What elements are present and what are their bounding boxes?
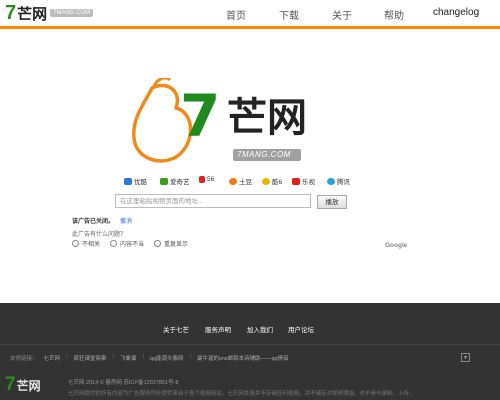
ad-option-label: 内容不当 [120, 242, 145, 248]
tencent-icon [327, 177, 335, 185]
nav-home[interactable]: 首页 [226, 7, 246, 22]
separator: | [189, 354, 191, 360]
friend-link[interactable]: 七芒网 [44, 354, 61, 362]
site-ku6[interactable]: 酷6 [262, 176, 282, 186]
radio-icon [110, 240, 118, 247]
site-iqiyi[interactable]: 爱奇艺 [160, 176, 190, 186]
main-logo-mark: 7 [180, 82, 221, 150]
nav-changelog[interactable]: changelog [433, 7, 479, 18]
ad-option-repetitive[interactable]: 重复显示 [154, 239, 188, 248]
56-icon [199, 176, 205, 183]
ad-option-label: 重复显示 [164, 242, 189, 248]
main-logo: 7 芒网 7MANG.COM [130, 76, 370, 168]
radio-icon [72, 240, 79, 247]
main-logo-text: 芒网 [227, 96, 307, 140]
footer-logo-text: 芒网 [16, 378, 41, 393]
ad-closed-text: 该广告已关闭。 [72, 219, 115, 225]
friend-link[interactable]: 飞禽谱 [120, 354, 137, 362]
ad-question: 此广告有什么问题？ [72, 232, 127, 238]
tudou-icon [229, 177, 237, 185]
iqiyi-icon [160, 177, 168, 185]
main-logo-domain: 7MANG.COM [237, 150, 291, 159]
header: 7 芒网 7MANG.COM 首页 下载 关于 帮助 changelog [0, 0, 500, 26]
footer-link-terms[interactable]: 服务声明 [205, 324, 231, 334]
nav-about[interactable]: 关于 [332, 7, 352, 22]
site-tencent[interactable]: 腾讯 [327, 176, 350, 186]
site-tabs: 优酷 爱奇艺 56 土豆 酷6 乐视 腾讯 [0, 176, 500, 188]
copyright: 七芒网 2014 © 春然网 苏ICP备12027851号-8 [68, 380, 179, 386]
footer-link-about[interactable]: 关于七芒 [163, 324, 189, 334]
ad-option-inappropriate[interactable]: 内容不当 [110, 239, 144, 248]
footer-logo: 7 芒网 [5, 375, 41, 395]
site-label: 优酷 [134, 179, 147, 186]
footer-divider [0, 344, 500, 345]
footer-link-forum[interactable]: 用户论坛 [288, 324, 314, 334]
ku6-icon [262, 177, 270, 185]
header-accent-line [0, 26, 500, 29]
play-button[interactable]: 播放 [317, 195, 347, 209]
video-url-input[interactable]: 在这里粘贴视频页面的地址... [115, 194, 311, 208]
ad-undo-link[interactable]: 撤消 [120, 216, 132, 225]
site-label: 爱奇艺 [170, 179, 190, 186]
site-label: 腾讯 [337, 179, 350, 186]
friend-link[interactable]: 疯狂课堂简案 [73, 354, 106, 362]
footer-logo-mark: 7 [5, 374, 16, 395]
friend-link[interactable]: qq能源头像网 [150, 354, 184, 362]
youku-icon [124, 177, 132, 185]
site-label: 56 [207, 176, 215, 183]
site-label: 乐视 [302, 179, 315, 186]
separator: | [112, 354, 114, 360]
site-tudou[interactable]: 土豆 [229, 176, 252, 186]
radio-icon [154, 240, 162, 247]
ad-option-label: 不相关 [82, 242, 101, 248]
site-letv[interactable]: 乐视 [292, 176, 315, 186]
friend-links-toggle-icon[interactable]: ▼ [461, 353, 470, 362]
friend-links-label: 友情链接： [10, 356, 38, 362]
google-logo: Google [385, 242, 408, 249]
site-logo[interactable]: 7 芒网 7MANG.COM [5, 2, 94, 24]
footer-links: 关于七芒 服务声明 加入我们 用户论坛 [0, 324, 500, 334]
logo-mark: 7 [5, 2, 17, 24]
logo-domain: 7MANG.COM [50, 9, 94, 17]
site-56[interactable]: 56 [199, 176, 214, 183]
site-label: 酷6 [272, 179, 283, 186]
separator: | [66, 354, 68, 360]
site-label: 土豆 [239, 179, 252, 186]
friend-link[interactable]: 最牛逼的sns邮局本诗辅助——qq情侣 [197, 354, 289, 362]
separator: | [142, 354, 144, 360]
friend-links: 友情链接： 七芒网 | 疯狂课堂简案 | 飞禽谱 | qq能源头像网 | 最牛逼… [10, 354, 295, 362]
logo-text: 芒网 [17, 5, 48, 23]
footer-link-join[interactable]: 加入我们 [247, 324, 273, 334]
ad-option-irrelevant[interactable]: 不相关 [72, 239, 100, 248]
site-youku[interactable]: 优酷 [124, 176, 147, 186]
nav-help[interactable]: 帮助 [384, 7, 404, 22]
ad-options: 不相关 内容不当 重复显示 [72, 239, 198, 248]
letv-icon [292, 177, 300, 185]
footer-description: 七芒网提供的所有内容为广告服务同步提供来自于各个视频网站，七芒网本身并不存储任何… [68, 391, 415, 397]
nav-download[interactable]: 下载 [279, 7, 299, 22]
